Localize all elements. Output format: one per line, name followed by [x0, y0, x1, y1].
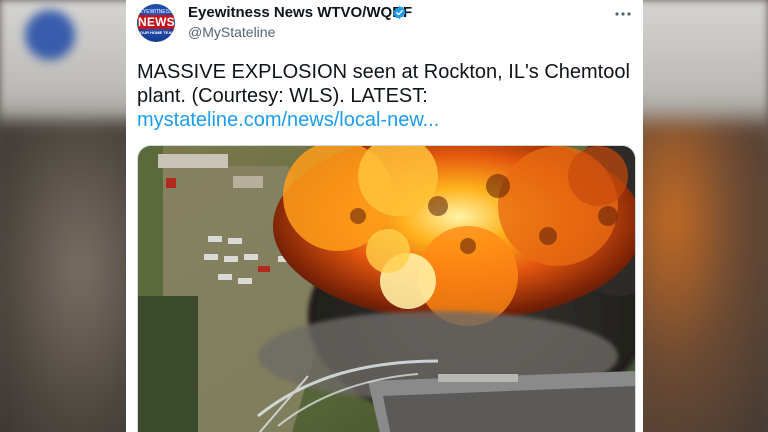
tweet-text: MASSIVE EXPLOSION seen at Rockton, IL's … — [137, 61, 630, 107]
avatar-logo: NEWS — [138, 15, 175, 29]
tweet-media-video[interactable] — [137, 145, 636, 432]
avatar-bottom-word: YOUR HOME TEAM — [137, 30, 175, 35]
more-options-button[interactable] — [609, 0, 637, 28]
tweet-link[interactable]: mystateline.com/news/local-new... — [137, 108, 439, 132]
user-handle[interactable]: @MyStateline — [188, 24, 275, 40]
background-left-blur — [0, 120, 140, 432]
more-options-icon — [615, 12, 631, 16]
tweet-card: EYEWITNESS NEWS YOUR HOME TEAM Eyewitnes… — [126, 0, 643, 432]
background-avatar-blur — [25, 10, 75, 60]
display-name[interactable]: Eyewitness News WTVO/WQRF — [188, 4, 412, 21]
explosion-scene-image — [138, 146, 635, 432]
avatar[interactable]: EYEWITNESS NEWS YOUR HOME TEAM — [137, 4, 175, 42]
background-right-blur — [628, 120, 768, 432]
verified-badge-icon — [393, 5, 406, 20]
